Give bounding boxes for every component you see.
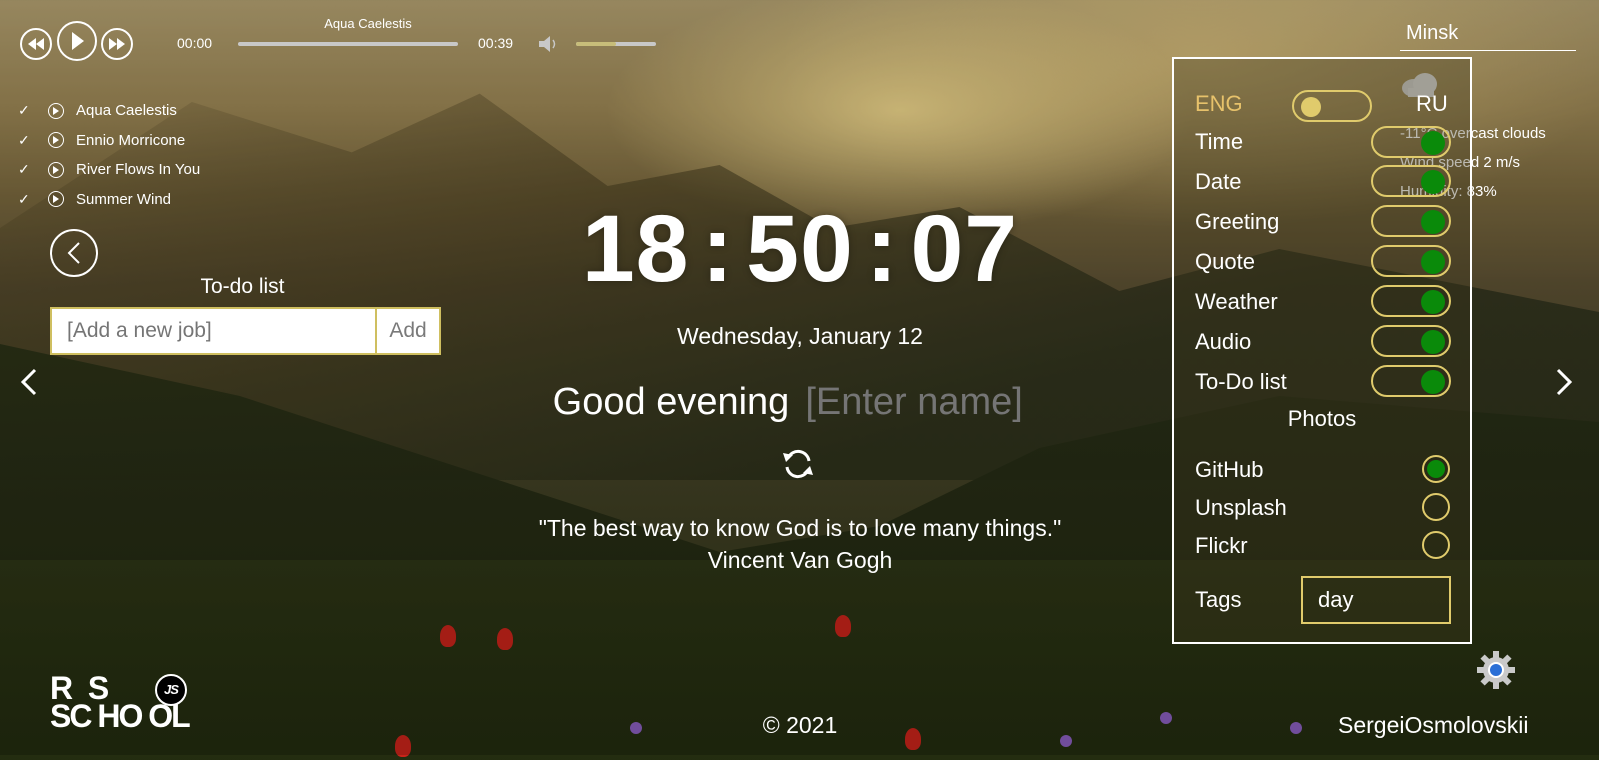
playlist: ✓ Aqua Caelestis ✓ Ennio Morricone ✓ Riv… <box>18 96 200 214</box>
toggle-weather[interactable] <box>1371 285 1451 317</box>
city-input[interactable]: Minsk <box>1400 22 1576 51</box>
source-label-flickr: Flickr <box>1195 533 1248 558</box>
slide-next-button[interactable] <box>1549 362 1579 402</box>
settings-panel: ENG RU Time Date Greeting Quote Weather … <box>1172 57 1472 644</box>
radio-github[interactable] <box>1422 455 1450 483</box>
refresh-quote-icon[interactable] <box>781 447 815 481</box>
language-toggle[interactable] <box>1292 90 1372 122</box>
playlist-item[interactable]: ✓ Summer Wind <box>18 185 200 215</box>
next-button[interactable] <box>101 28 133 60</box>
author-github-link[interactable]: SergeiOsmolovskii <box>1338 712 1528 739</box>
todo-input[interactable] <box>52 309 375 353</box>
toggle-knob <box>1421 290 1445 314</box>
slide-prev-button[interactable] <box>14 362 44 402</box>
toggle-time[interactable] <box>1371 126 1451 158</box>
radio-unsplash[interactable] <box>1422 493 1450 521</box>
clock-separator: : <box>701 196 735 302</box>
tags-input[interactable] <box>1301 576 1451 624</box>
chevron-left-icon <box>67 242 80 264</box>
toggle-greeting[interactable] <box>1371 205 1451 237</box>
toggle-date[interactable] <box>1371 165 1451 197</box>
gear-icon[interactable] <box>1476 650 1516 690</box>
setting-label-greeting: Greeting <box>1195 209 1280 234</box>
todo-form: Add <box>50 307 441 355</box>
fast-forward-icon <box>109 38 125 50</box>
play-small-icon[interactable] <box>48 132 64 149</box>
radio-flickr[interactable] <box>1422 531 1450 559</box>
progress-bar[interactable] <box>238 42 458 46</box>
clock-separator: : <box>865 196 899 302</box>
audio-player: Aqua Caelestis 00:00 00:39 <box>18 16 658 78</box>
source-label-github: GitHub <box>1195 457 1264 482</box>
js-badge: JS <box>155 674 187 706</box>
lang-eng-label[interactable]: ENG <box>1195 91 1243 117</box>
setting-label-date: Date <box>1195 169 1242 194</box>
chevron-right-icon <box>1556 368 1572 396</box>
date: Wednesday, January 12 <box>677 323 923 349</box>
playlist-item-title: Summer Wind <box>76 190 172 208</box>
lang-ru-label[interactable]: RU <box>1416 91 1448 117</box>
quote: "The best way to know God is to love man… <box>460 512 1140 576</box>
current-track-title: Aqua Caelestis <box>324 16 412 31</box>
toggle-knob <box>1421 250 1445 274</box>
setting-label-audio: Audio <box>1195 329 1252 354</box>
quote-text: "The best way to know God is to love man… <box>538 515 1062 541</box>
clock-seconds: 07 <box>910 196 1019 302</box>
previous-button[interactable] <box>20 28 52 60</box>
toggle-knob <box>1421 131 1445 155</box>
check-icon: ✓ <box>18 190 30 207</box>
playlist-item-title: Aqua Caelestis <box>76 102 177 120</box>
quote-author: Vincent Van Gogh <box>707 547 893 573</box>
clock-hours: 18 <box>581 196 690 302</box>
logo-line: SC HO OL <box>50 698 191 734</box>
copyright: © 2021 <box>762 712 838 738</box>
radio-dot <box>1427 460 1445 478</box>
todo-toggle-button[interactable] <box>50 229 98 277</box>
play-small-icon[interactable] <box>48 161 64 178</box>
name-input[interactable] <box>803 380 1048 425</box>
setting-label-time: Time <box>1195 129 1244 154</box>
playlist-item-title: Ennio Morricone <box>76 131 186 149</box>
playlist-item[interactable]: ✓ Ennio Morricone <box>18 126 200 156</box>
greeting-text: Good evening <box>552 381 790 423</box>
toggle-todo[interactable] <box>1371 365 1451 397</box>
clock-minutes: 50 <box>746 196 854 302</box>
toggle-quote[interactable] <box>1371 245 1451 277</box>
check-icon: ✓ <box>18 102 30 119</box>
photos-title: Photos <box>1287 406 1357 431</box>
setting-label-todo: To-Do list <box>1195 369 1287 394</box>
toggle-knob <box>1421 330 1445 354</box>
setting-label-weather: Weather <box>1195 289 1278 314</box>
volume-icon[interactable] <box>539 36 559 52</box>
rewind-icon <box>28 38 44 50</box>
toggle-knob <box>1421 210 1445 234</box>
play-small-icon[interactable] <box>48 102 64 119</box>
clock: 18:50:07 <box>560 195 1040 304</box>
check-icon: ✓ <box>18 131 30 148</box>
toggle-knob <box>1421 170 1445 194</box>
toggle-audio[interactable] <box>1371 325 1451 357</box>
playlist-item-title: River Flows In You <box>76 161 201 179</box>
chevron-left-icon <box>21 368 37 396</box>
playlist-item[interactable]: ✓ River Flows In You <box>18 155 200 185</box>
rs-school-logo[interactable]: R S SC HO OL JS <box>50 672 215 734</box>
volume-bar[interactable] <box>576 42 656 46</box>
playlist-item[interactable]: ✓ Aqua Caelestis <box>18 96 200 126</box>
source-label-unsplash: Unsplash <box>1195 495 1287 520</box>
current-time: 00:00 <box>177 35 213 51</box>
toggle-knob <box>1301 97 1321 117</box>
play-button[interactable] <box>57 21 97 61</box>
play-icon <box>72 32 84 50</box>
play-small-icon[interactable] <box>48 191 64 208</box>
tags-label: Tags <box>1195 587 1242 612</box>
todo-add-button[interactable]: Add <box>375 309 439 353</box>
check-icon: ✓ <box>18 161 30 178</box>
duration: 00:39 <box>478 35 514 51</box>
setting-label-quote: Quote <box>1195 249 1255 274</box>
greeting: Good evening <box>480 380 1120 425</box>
toggle-knob <box>1421 370 1445 394</box>
todo-title: To-do list <box>200 275 285 298</box>
